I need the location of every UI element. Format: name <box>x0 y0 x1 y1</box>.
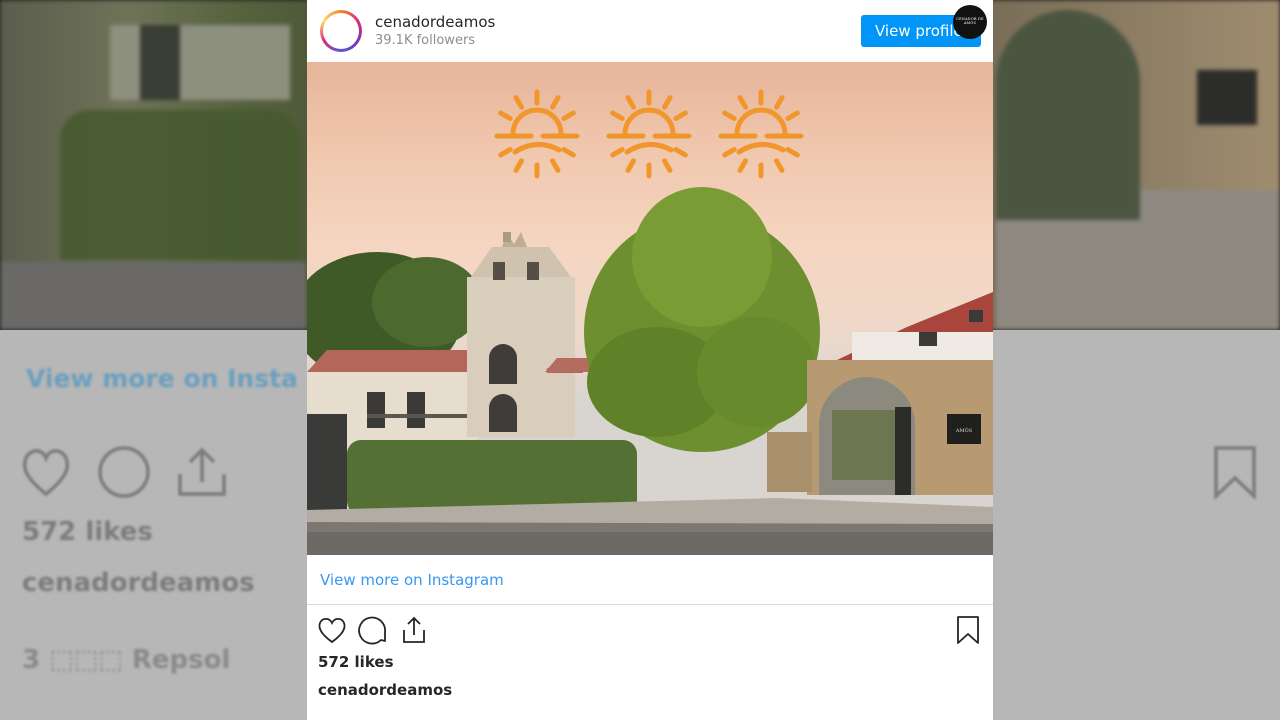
sun-icons-group <box>494 89 804 179</box>
sun-icon <box>606 89 692 179</box>
bookmark-icon[interactable] <box>952 614 984 646</box>
share-icon[interactable] <box>398 614 430 646</box>
ghost-view-more: View more on Insta <box>26 364 298 393</box>
ghost-username: cenadordeamos <box>22 568 255 598</box>
tower <box>467 277 575 437</box>
avatar[interactable] <box>320 10 362 52</box>
ghost-bookmark-icon <box>1214 446 1256 500</box>
ghost-action-icons <box>22 446 226 498</box>
sun-icon <box>718 89 804 179</box>
heart-icon[interactable] <box>316 614 348 646</box>
view-more-row: View more on Instagram <box>307 555 993 605</box>
view-more-link[interactable]: View more on Instagram <box>320 571 504 589</box>
comment-icon[interactable] <box>357 614 389 646</box>
followers-count: 39.1K followers <box>375 33 476 48</box>
likes-count: 572 likes <box>318 653 394 671</box>
post-photo[interactable]: AMÓS <box>307 62 993 555</box>
post-header: cenadordeamos 39.1K followers View profi… <box>307 0 993 62</box>
photo-illustration: AMÓS <box>307 89 993 555</box>
ghost-repsol: 3 ⬚⬚⬚ Repsol <box>22 645 231 675</box>
plaque-text: AMÓS <box>955 426 973 434</box>
ghost-likes: 572 likes <box>22 517 153 547</box>
post-username[interactable]: cenadordeamos <box>375 13 495 31</box>
brand-logo: CENADOR DE AMÓS <box>953 5 987 39</box>
caption-username[interactable]: cenadordeamos <box>318 681 452 699</box>
sun-icon <box>494 89 580 179</box>
roof-left <box>307 350 477 372</box>
action-bar <box>307 612 993 648</box>
instagram-embed-card: cenadordeamos 39.1K followers View profi… <box>307 0 993 720</box>
